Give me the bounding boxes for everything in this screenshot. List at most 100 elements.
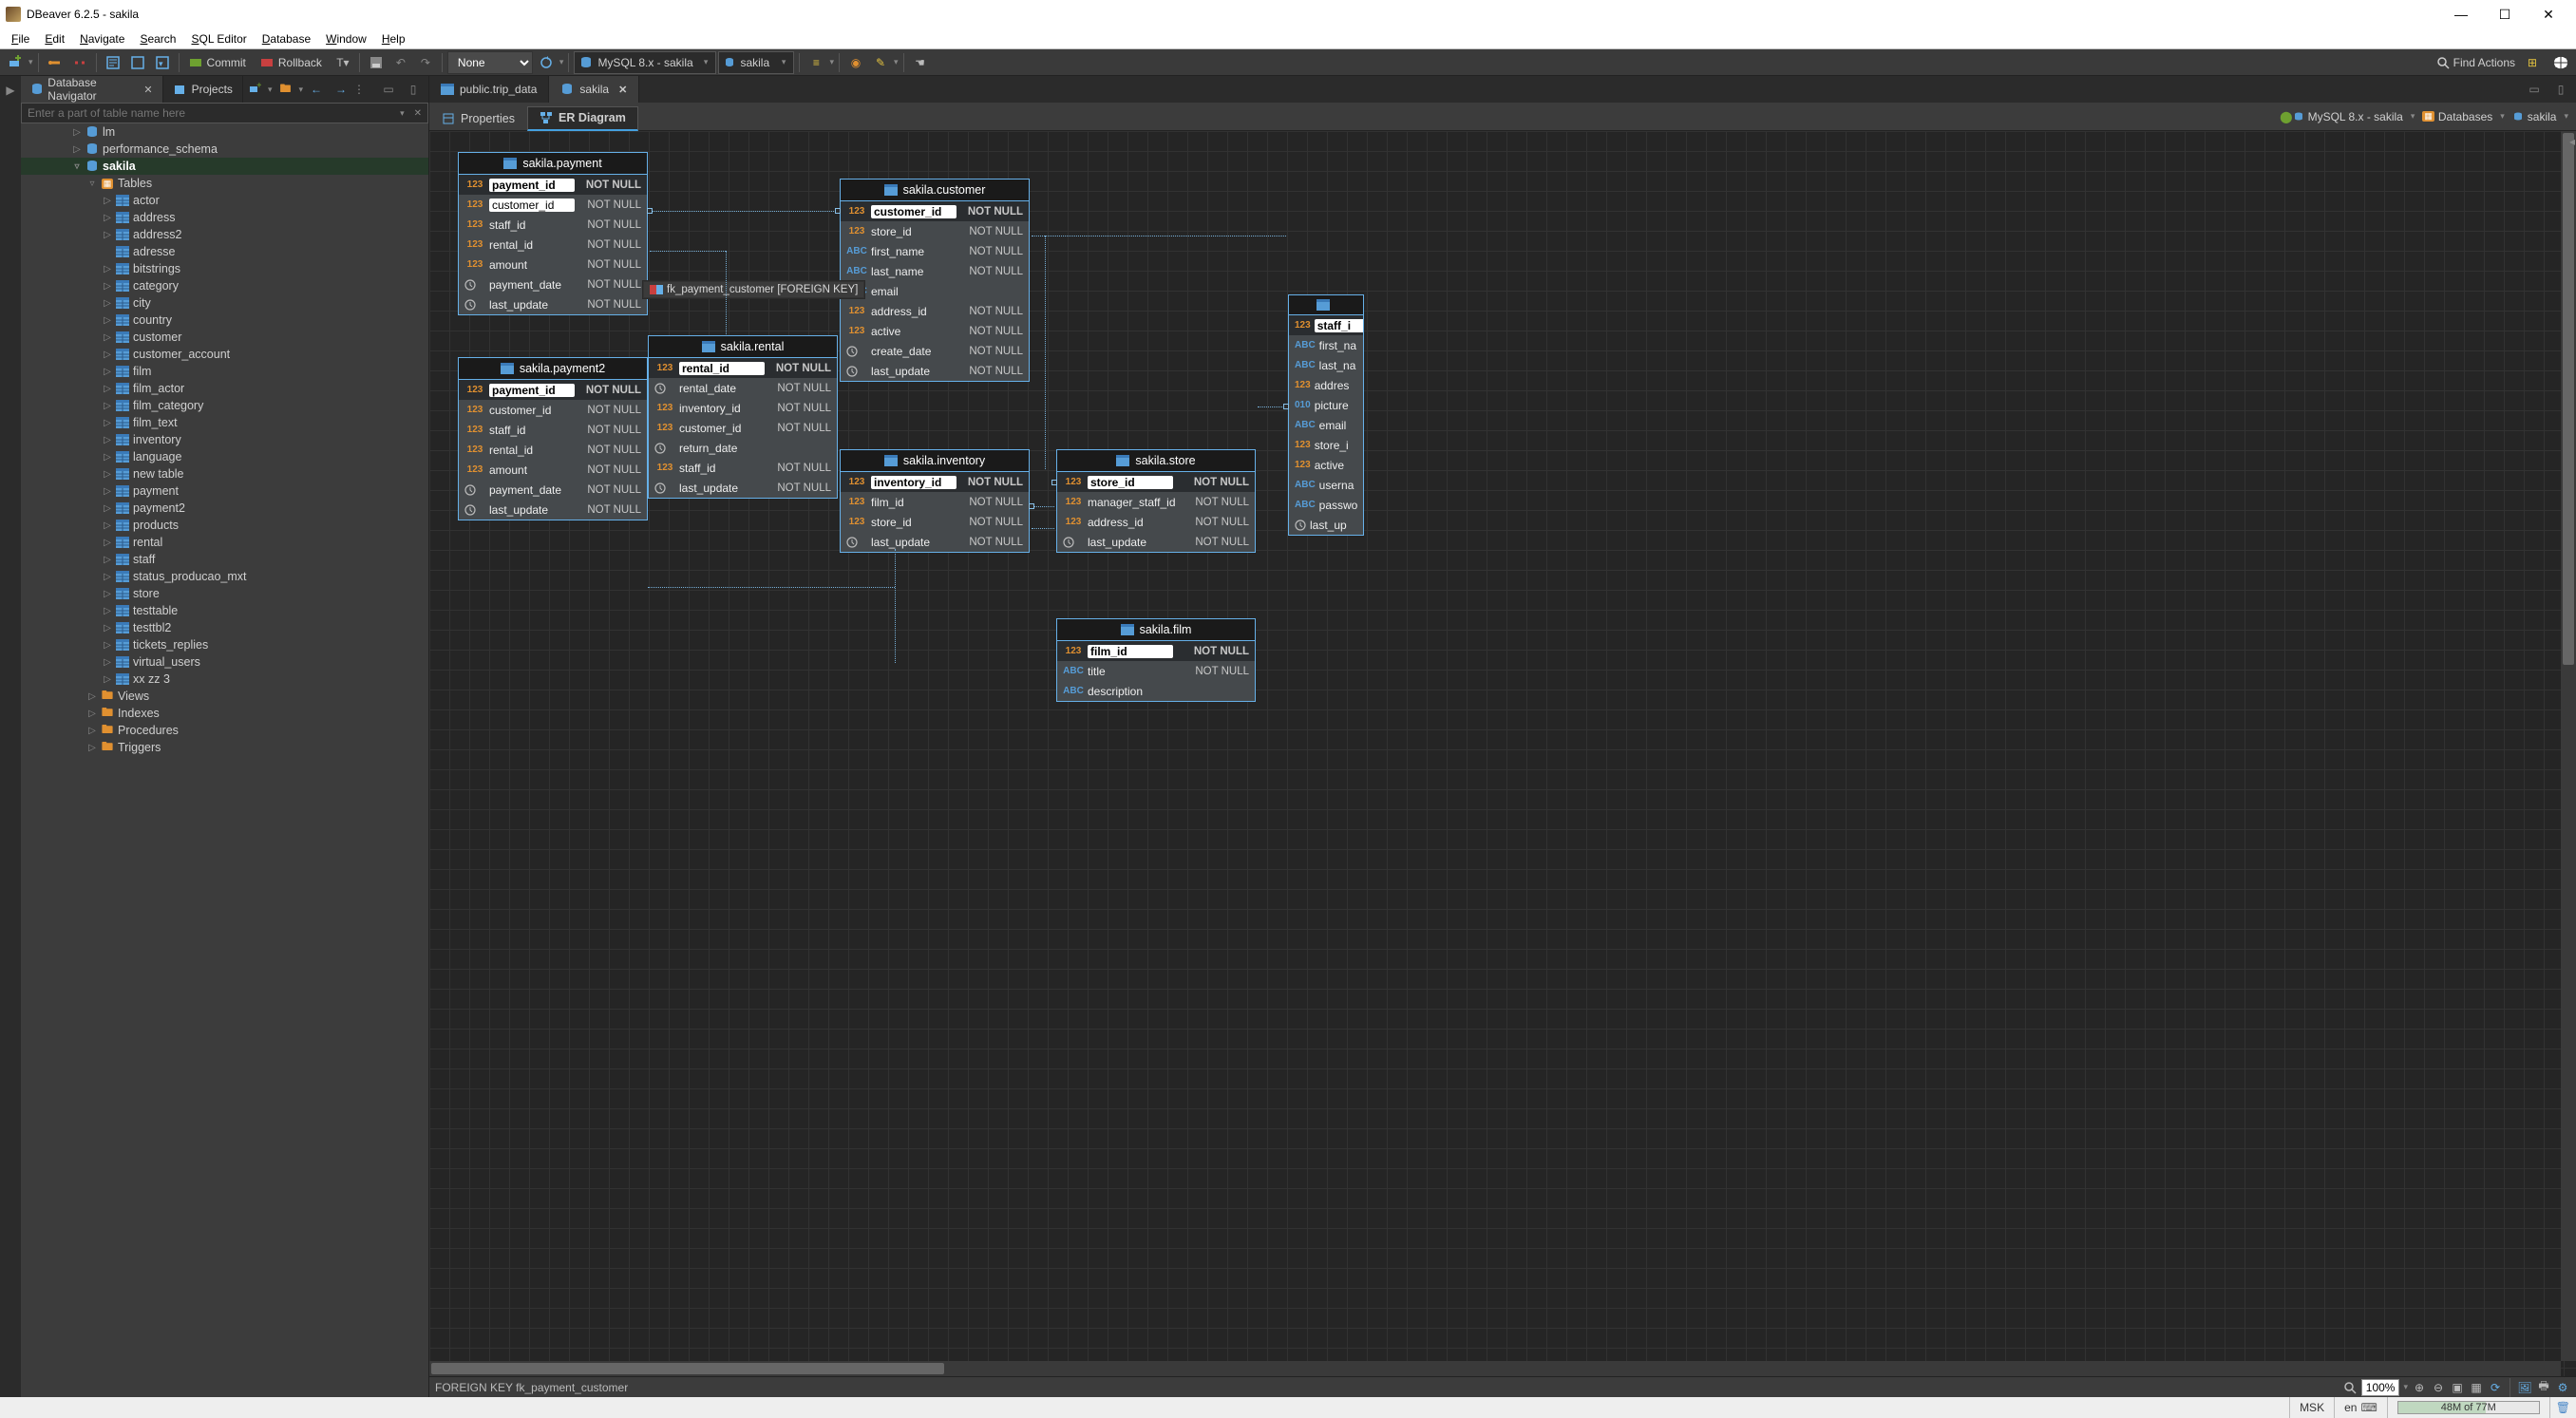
save-button[interactable] — [365, 51, 388, 74]
fk-badge[interactable]: fk_payment_customer [FOREIGN KEY] — [643, 281, 864, 298]
tree-item-views[interactable]: ▷🖿Views — [21, 688, 428, 705]
tree-item-language[interactable]: ▷language — [21, 448, 428, 465]
er-column-payment_id[interactable]: 123payment_idNOT NULL — [459, 175, 647, 195]
navigator-tree[interactable]: ▷lm▷performance_schema▿sakila▿▦Tables▷ac… — [21, 123, 428, 1397]
er-canvas[interactable]: sakila.payment123payment_idNOT NULL123cu… — [429, 131, 2576, 1376]
tree-item-customer_account[interactable]: ▷customer_account — [21, 346, 428, 363]
editor-tab-public-trip_data[interactable]: public.trip_data — [429, 76, 549, 103]
menu-edit[interactable]: Edit — [37, 30, 72, 47]
nav-tab-database-navigator[interactable]: Database Navigator✕ — [21, 76, 163, 103]
expand-icon[interactable]: ▷ — [70, 144, 84, 155]
zoom-in-icon[interactable]: ⊕ — [2412, 1380, 2427, 1395]
datasource-selector[interactable]: MySQL 8.x - sakila ▾ — [574, 51, 716, 74]
er-table-sakila-payment[interactable]: sakila.payment123payment_idNOT NULL123cu… — [458, 152, 648, 315]
tree-item-rental[interactable]: ▷rental — [21, 534, 428, 551]
expand-icon[interactable]: ▷ — [101, 367, 114, 377]
tree-item-actor[interactable]: ▷actor — [21, 192, 428, 209]
expand-icon[interactable]: ▷ — [101, 606, 114, 616]
status-lang[interactable]: en ⌨ — [2334, 1397, 2387, 1418]
tree-item-payment[interactable]: ▷payment — [21, 482, 428, 500]
tree-item-film_text[interactable]: ▷film_text — [21, 414, 428, 431]
expand-icon[interactable]: ▷ — [101, 452, 114, 463]
expand-icon[interactable]: ▷ — [101, 640, 114, 651]
expand-icon[interactable]: ▷ — [101, 196, 114, 206]
er-table-sakila-film[interactable]: sakila.film123film_idNOT NULLABCtitleNOT… — [1056, 618, 1256, 702]
window-close-button[interactable]: ✕ — [2527, 0, 2570, 28]
breadcrumb-databases[interactable]: ▦Databases▾ — [2422, 110, 2504, 123]
redo-button[interactable]: ↷ — [414, 51, 437, 74]
tree-item-tables[interactable]: ▿▦Tables — [21, 175, 428, 192]
tree-item-testtbl2[interactable]: ▷testtbl2 — [21, 619, 428, 636]
new-sql-editor-button[interactable] — [126, 51, 149, 74]
expand-icon[interactable]: ▷ — [101, 572, 114, 582]
er-column-rental_date[interactable]: rental_dateNOT NULL — [649, 378, 837, 398]
expand-icon[interactable]: ▷ — [101, 469, 114, 480]
expand-icon[interactable]: ▿ — [85, 179, 99, 189]
expand-icon[interactable]: ▷ — [101, 213, 114, 223]
tree-item-payment2[interactable]: ▷payment2 — [21, 500, 428, 517]
er-column-last_update[interactable]: last_updateNOT NULL — [459, 500, 647, 520]
expand-icon[interactable]: ▷ — [101, 674, 114, 685]
er-column-rental_id[interactable]: 123rental_idNOT NULL — [459, 440, 647, 460]
er-column-last_name[interactable]: ABClast_nameNOT NULL — [841, 261, 1029, 281]
er-column-last_update[interactable]: last_updateNOT NULL — [459, 294, 647, 314]
er-column-payment_date[interactable]: payment_dateNOT NULL — [459, 274, 647, 294]
tree-item-new-table[interactable]: ▷new table — [21, 465, 428, 482]
er-column-addres[interactable]: 123addres — [1289, 375, 1363, 395]
canvas-side-expand-icon[interactable]: ◂ — [2569, 135, 2575, 148]
tree-item-indexes[interactable]: ▷🖿Indexes — [21, 705, 428, 722]
nav-forward-button[interactable]: → — [330, 78, 352, 101]
subtab-er-diagram[interactable]: ER Diagram — [527, 106, 638, 131]
tree-item-bitstrings[interactable]: ▷bitstrings — [21, 260, 428, 277]
schema-selector[interactable]: sakila ▾ — [718, 51, 794, 74]
toolbar-globe-button[interactable] — [2549, 51, 2572, 74]
er-column-store_i[interactable]: 123store_i — [1289, 435, 1363, 455]
disconnect-button[interactable] — [68, 51, 91, 74]
nav-minimize-button[interactable]: ▭ — [377, 78, 400, 101]
er-column-staff_id[interactable]: 123staff_idNOT NULL — [459, 215, 647, 235]
sql-editor-button[interactable] — [102, 51, 124, 74]
tree-item-inventory[interactable]: ▷inventory — [21, 431, 428, 448]
expand-icon[interactable]: ▷ — [101, 538, 114, 548]
zoom-out-icon[interactable]: ⊖ — [2431, 1380, 2446, 1395]
menu-file[interactable]: File — [4, 30, 37, 47]
tree-item-tickets_replies[interactable]: ▷tickets_replies — [21, 636, 428, 653]
expand-icon[interactable]: ▷ — [101, 281, 114, 292]
tree-item-customer[interactable]: ▷customer — [21, 329, 428, 346]
er-column-last_up[interactable]: last_up — [1289, 515, 1363, 535]
er-column-passwo[interactable]: ABCpasswo — [1289, 495, 1363, 515]
expand-icon[interactable]: ▷ — [101, 520, 114, 531]
er-column-last_update[interactable]: last_updateNOT NULL — [841, 361, 1029, 381]
er-column-store_id[interactable]: 123store_idNOT NULL — [1057, 472, 1255, 492]
er-table-header[interactable]: sakila.payment2 — [459, 358, 647, 380]
er-column-staff_id[interactable]: 123staff_idNOT NULL — [459, 420, 647, 440]
settings-icon[interactable]: ⚙ — [2555, 1380, 2570, 1395]
er-column-inventory_id[interactable]: 123inventory_idNOT NULL — [649, 398, 837, 418]
er-column-active[interactable]: 123active — [1289, 455, 1363, 475]
activity-expand-button[interactable]: ▶ — [2, 82, 19, 99]
export-image-icon[interactable]: 🖼 — [2517, 1380, 2532, 1395]
commit-button[interactable]: Commit — [184, 51, 254, 74]
er-column-film_id[interactable]: 123film_idNOT NULL — [1057, 641, 1255, 661]
er-column-store_id[interactable]: 123store_idNOT NULL — [841, 221, 1029, 241]
tree-item-address2[interactable]: ▷address2 — [21, 226, 428, 243]
expand-icon[interactable]: ▷ — [101, 264, 114, 274]
er-column-staff_i[interactable]: 123staff_i — [1289, 315, 1363, 335]
er-table-sakila-customer[interactable]: sakila.customer123customer_idNOT NULL123… — [840, 179, 1030, 382]
nav-maximize-button[interactable]: ▯ — [402, 78, 425, 101]
nav-tab-projects[interactable]: Projects — [163, 76, 243, 103]
er-table-header[interactable]: sakila.store — [1057, 450, 1255, 472]
zoom-search-icon[interactable] — [2342, 1380, 2358, 1395]
er-column-email[interactable]: ABCemail — [841, 281, 1029, 301]
menu-window[interactable]: Window — [318, 30, 374, 47]
expand-icon[interactable]: ▷ — [85, 743, 99, 753]
er-column-inventory_id[interactable]: 123inventory_idNOT NULL — [841, 472, 1029, 492]
expand-icon[interactable]: ▷ — [101, 384, 114, 394]
expand-icon[interactable]: ▷ — [101, 555, 114, 565]
nav-filter-input[interactable] — [22, 106, 396, 120]
tree-item-products[interactable]: ▷products — [21, 517, 428, 534]
toolbar-palette-button[interactable]: ◉ — [844, 51, 867, 74]
er-table-sakila-payment2[interactable]: sakila.payment2123payment_idNOT NULL123c… — [458, 357, 648, 520]
print-icon[interactable]: 🖶 — [2536, 1380, 2551, 1395]
find-actions-button[interactable]: Find Actions — [2436, 56, 2515, 69]
